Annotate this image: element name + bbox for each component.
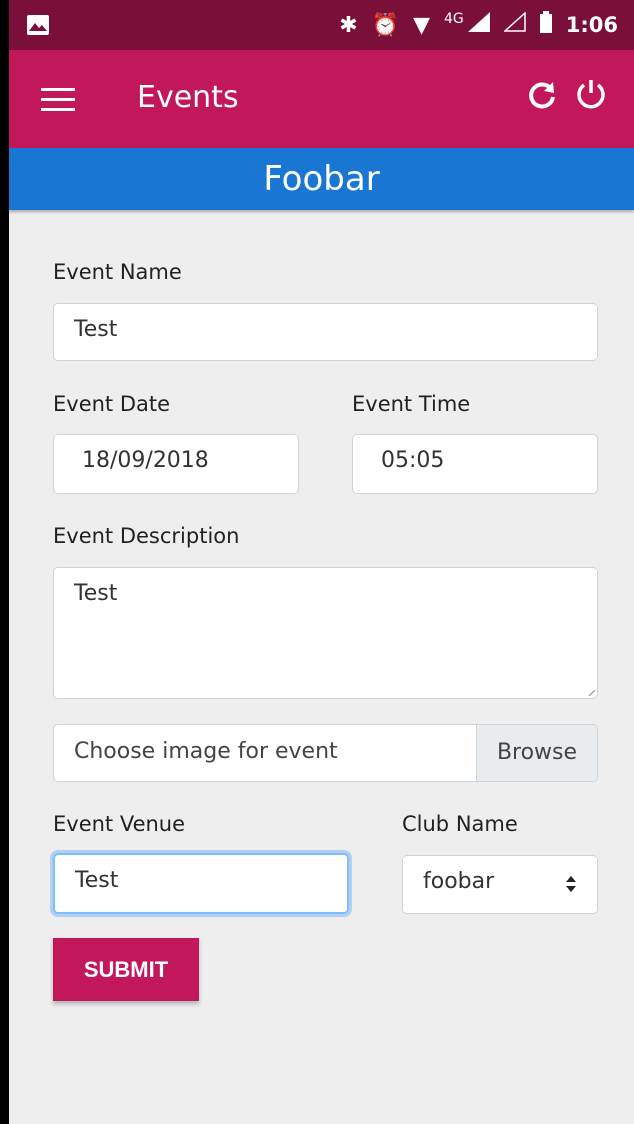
- event-time-label: Event Time: [352, 392, 471, 416]
- event-date-value: 18/09/2018: [82, 448, 209, 473]
- submit-button[interactable]: SUBMIT: [53, 938, 199, 1001]
- network-type: 4G: [444, 11, 464, 27]
- image-file-placeholder: Choose image for event: [74, 739, 338, 764]
- signal-empty-icon: [502, 11, 526, 38]
- image-file-input[interactable]: Choose image for event Browse: [53, 724, 598, 782]
- status-time: 1:06: [565, 13, 618, 37]
- alarm-icon: ⏰: [371, 12, 400, 38]
- event-date-input[interactable]: 18/09/2018: [53, 434, 299, 494]
- screen: ✱ ⏰ ▼ 4G 1:06 Events Foobar Event Name T…: [9, 0, 634, 1124]
- app-bar: Events: [9, 50, 634, 148]
- signal-icon: [467, 12, 490, 38]
- event-venue-input[interactable]: Test: [53, 853, 349, 914]
- event-time-input[interactable]: 05:05: [352, 434, 598, 494]
- power-icon[interactable]: [575, 78, 607, 110]
- select-caret-icon: [566, 876, 576, 892]
- refresh-icon[interactable]: [527, 80, 557, 110]
- wifi-icon: ▼: [413, 12, 430, 38]
- status-bar: ✱ ⏰ ▼ 4G 1:06: [9, 0, 634, 50]
- event-venue-label: Event Venue: [53, 812, 186, 836]
- event-name-input[interactable]: Test: [53, 303, 598, 361]
- event-name-label: Event Name: [53, 260, 182, 284]
- app-title: Events: [137, 80, 239, 115]
- event-date-label: Event Date: [53, 392, 171, 416]
- bluetooth-icon: ✱: [339, 12, 358, 38]
- event-description-label: Event Description: [53, 524, 240, 548]
- menu-icon[interactable]: [41, 88, 75, 112]
- club-name-select[interactable]: foobar: [402, 855, 598, 914]
- battery-icon: [539, 11, 552, 39]
- resize-handle-icon[interactable]: [589, 690, 595, 696]
- club-name-value: foobar: [423, 869, 495, 894]
- event-description-textarea[interactable]: Test: [53, 567, 598, 699]
- browse-button[interactable]: Browse: [476, 725, 597, 781]
- event-venue-value: Test: [75, 868, 119, 893]
- event-name-value: Test: [74, 317, 118, 342]
- event-description-value: Test: [74, 581, 118, 606]
- club-banner: Foobar: [9, 148, 634, 210]
- club-name-label: Club Name: [402, 812, 518, 836]
- image-icon: [27, 15, 49, 35]
- event-time-value: 05:05: [381, 448, 445, 473]
